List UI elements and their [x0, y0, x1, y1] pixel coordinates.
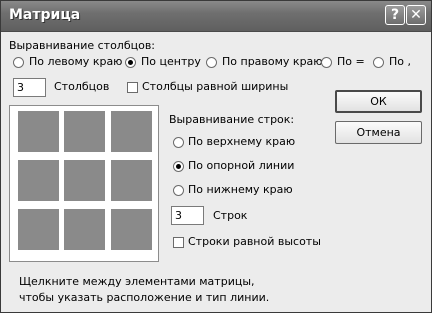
columns-count-label: Столбцов	[54, 80, 110, 93]
row-align-bottom-label[interactable]: По нижнему краю	[188, 183, 293, 196]
row-align-top-label[interactable]: По верхнему краю	[188, 135, 295, 148]
hint-text: Щелкните между элементами матрицы, чтобы…	[19, 274, 269, 306]
hint-line-2: чтобы указать расположение и тип линии.	[19, 291, 270, 304]
equal-height-checkbox[interactable]	[173, 237, 184, 248]
row-align-top-radio[interactable]	[173, 137, 184, 148]
matrix-cell[interactable]	[111, 209, 152, 250]
column-align-right-label[interactable]: По правому краю	[222, 55, 323, 68]
matrix-cell[interactable]	[64, 160, 105, 201]
column-alignment-heading: Выравнивание столбцов:	[9, 39, 156, 52]
column-align-comma-label[interactable]: По ,	[389, 55, 411, 68]
matrix-cell[interactable]	[111, 160, 152, 201]
column-align-center-radio[interactable]	[125, 57, 136, 68]
column-align-center-label[interactable]: По центру	[141, 55, 201, 68]
column-align-comma-radio[interactable]	[373, 57, 384, 68]
matrix-cell[interactable]	[18, 111, 59, 152]
title-bar: Матрица ? ✕	[1, 1, 431, 32]
column-align-left-radio[interactable]	[13, 57, 24, 68]
columns-count-input[interactable]: 3	[13, 78, 46, 97]
rows-count-input[interactable]: 3	[171, 206, 204, 225]
matrix-cell[interactable]	[64, 209, 105, 250]
row-align-baseline-radio[interactable]	[173, 161, 184, 172]
column-align-left-label[interactable]: По левому краю	[29, 55, 122, 68]
matrix-dialog: Матрица ? ✕ Выравнивание столбцов: По ле…	[0, 0, 432, 313]
matrix-cell[interactable]	[64, 111, 105, 152]
equal-width-label[interactable]: Столбцы равной ширины	[142, 80, 288, 93]
equal-height-label[interactable]: Строки равной высоты	[188, 235, 321, 248]
help-button[interactable]: ?	[385, 5, 405, 25]
hint-line-1: Щелкните между элементами матрицы,	[19, 275, 255, 288]
rows-count-label: Строк	[213, 209, 248, 222]
matrix-cell[interactable]	[18, 209, 59, 250]
ok-button[interactable]: ОК	[335, 90, 422, 113]
matrix-cell[interactable]	[18, 160, 59, 201]
column-align-right-radio[interactable]	[206, 57, 217, 68]
dialog-title: Матрица	[9, 7, 81, 23]
matrix-preview[interactable]	[9, 105, 159, 262]
row-align-bottom-radio[interactable]	[173, 185, 184, 196]
matrix-cell[interactable]	[111, 111, 152, 152]
column-align-equals-radio[interactable]	[321, 57, 332, 68]
row-align-baseline-label[interactable]: По опорной линии	[188, 159, 294, 172]
cancel-button[interactable]: Отмена	[335, 121, 422, 144]
equal-width-checkbox[interactable]	[127, 82, 138, 93]
row-alignment-heading: Выравнивание строк:	[169, 113, 295, 126]
column-align-equals-label[interactable]: По =	[337, 55, 365, 68]
close-button[interactable]: ✕	[406, 5, 426, 25]
